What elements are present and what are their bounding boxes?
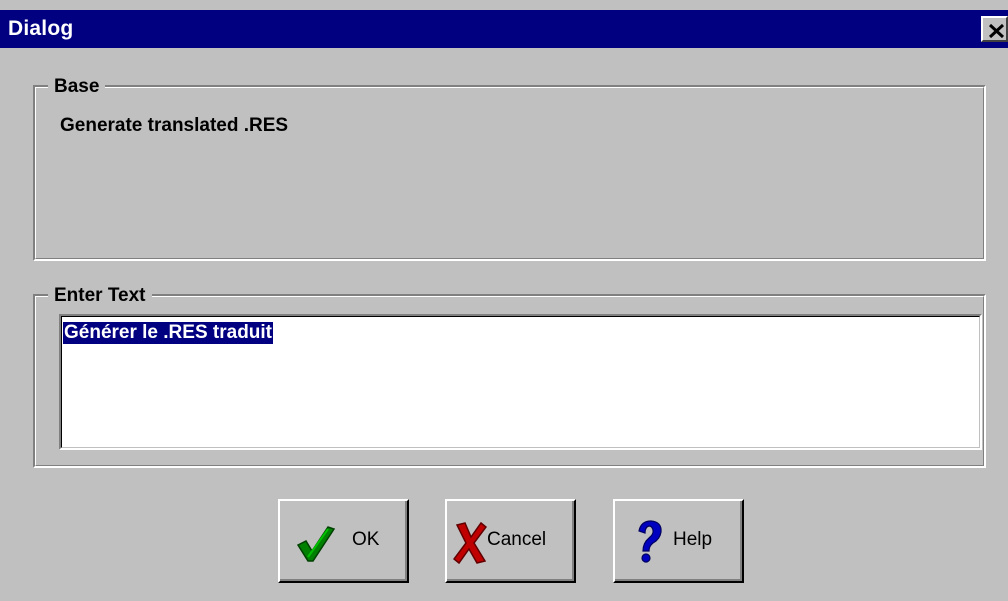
checkmark-icon — [296, 526, 336, 562]
question-mark-icon — [638, 520, 662, 563]
selected-text: Générer le .RES traduit — [63, 322, 274, 344]
close-icon — [988, 23, 1005, 39]
cancel-button-label: Cancel — [487, 529, 547, 550]
x-icon — [453, 521, 487, 565]
enter-text-input[interactable]: Générer le .RES traduit — [59, 314, 982, 450]
base-groupbox — [33, 85, 986, 261]
cancel-button[interactable]: Cancel — [445, 499, 576, 583]
help-button-label: Help — [673, 529, 713, 550]
help-button[interactable]: Help — [613, 499, 744, 583]
close-button[interactable] — [981, 16, 1008, 42]
ok-button[interactable]: OK — [278, 499, 409, 583]
dialog-window: Dialog Base Generate translated .RES Ent… — [0, 0, 1008, 601]
window-title: Dialog — [8, 17, 74, 40]
base-text: Generate translated .RES — [60, 115, 289, 136]
title-bar[interactable]: Dialog — [0, 10, 1008, 48]
ok-button-label: OK — [352, 529, 380, 550]
base-group-label: Base — [48, 76, 106, 98]
enter-text-group-label: Enter Text — [48, 285, 152, 307]
